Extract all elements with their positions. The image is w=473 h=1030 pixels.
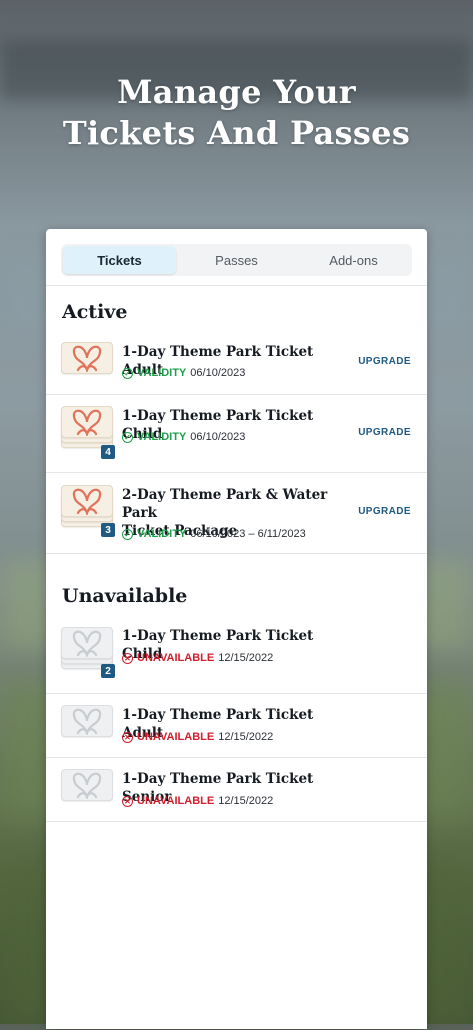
ticket-row[interactable]: 4 1-Day Theme Park Ticket Child ✓ VALIDI…	[46, 394, 427, 473]
ticket-status: ✕ UNAVAILABLE 12/15/2022	[122, 795, 273, 807]
upgrade-button[interactable]: UPGRADE	[358, 427, 411, 438]
tab-passes[interactable]: Passes	[180, 246, 293, 274]
status-date: 12/15/2022	[218, 795, 274, 807]
x-circle-icon: ✕	[122, 652, 133, 664]
ticket-title-line-1: 2-Day Theme Park & Water Park	[122, 487, 328, 521]
status-label: VALIDITY	[137, 367, 187, 379]
status-label: UNAVAILABLE	[137, 731, 215, 743]
status-date: 06/10/2023	[190, 431, 246, 443]
ticket-status: ✓ VALIDITY 06/10/2023	[122, 367, 245, 379]
check-circle-icon: ✓	[122, 367, 133, 379]
status-date: 12/15/2022	[218, 652, 274, 664]
butterfly-icon	[72, 345, 102, 372]
ticket-thumbnail	[61, 342, 113, 374]
app-screen: Tickets Passes Add-ons Active 1-Day Them…	[46, 229, 427, 1029]
ticket-status: ✓ VALIDITY 06/10/2023	[122, 431, 245, 443]
ticket-status: ✕ UNAVAILABLE 12/15/2022	[122, 731, 273, 743]
ticket-status: ✕ UNAVAILABLE 12/15/2022	[122, 652, 273, 664]
ticket-thumbnail	[61, 406, 113, 438]
status-label: UNAVAILABLE	[137, 652, 215, 664]
ticket-row[interactable]: 2 1-Day Theme Park Ticket Child ✕ UNAVAI…	[46, 614, 427, 694]
ticket-status: ✓ VALIDITY 06/10/2023 – 6/11/2023	[122, 528, 306, 540]
check-circle-icon: ✓	[122, 431, 133, 443]
segmented-tabs: Tickets Passes Add-ons	[61, 244, 412, 276]
ticket-thumbnail	[61, 627, 113, 659]
headline-line-1: Manage Your	[117, 73, 356, 111]
x-circle-icon: ✕	[122, 731, 133, 743]
status-label: VALIDITY	[137, 528, 187, 540]
quantity-badge: 4	[101, 445, 115, 459]
ticket-thumbnail	[61, 485, 113, 517]
tab-tickets[interactable]: Tickets	[63, 246, 176, 274]
section-title-unavailable: Unavailable	[62, 585, 188, 607]
status-label: UNAVAILABLE	[137, 795, 215, 807]
butterfly-icon	[72, 772, 102, 799]
upgrade-button[interactable]: UPGRADE	[358, 506, 411, 517]
status-label: VALIDITY	[137, 431, 187, 443]
status-date: 12/15/2022	[218, 731, 274, 743]
ticket-thumbnail	[61, 705, 113, 737]
upgrade-button[interactable]: UPGRADE	[358, 356, 411, 367]
ticket-row[interactable]: 1-Day Theme Park Ticket Adult ✕ UNAVAILA…	[46, 693, 427, 758]
quantity-badge: 2	[101, 664, 115, 678]
ticket-row[interactable]: 1-Day Theme Park Ticket Senior ✕ UNAVAIL…	[46, 757, 427, 822]
ticket-thumbnail	[61, 769, 113, 801]
status-date: 06/10/2023 – 6/11/2023	[190, 528, 306, 540]
check-circle-icon: ✓	[122, 528, 133, 540]
butterfly-icon	[72, 630, 102, 657]
ticket-row[interactable]: 3 2-Day Theme Park & Water Park Ticket P…	[46, 472, 427, 554]
tab-add-ons[interactable]: Add-ons	[297, 246, 410, 274]
quantity-badge: 3	[101, 523, 115, 537]
section-title-active: Active	[62, 301, 128, 323]
status-date: 06/10/2023	[190, 367, 246, 379]
x-circle-icon: ✕	[122, 795, 133, 807]
butterfly-icon	[72, 409, 102, 436]
butterfly-icon	[72, 488, 102, 515]
headline-line-2: Tickets And Passes	[62, 114, 411, 152]
butterfly-icon	[72, 708, 102, 735]
ticket-row[interactable]: 1-Day Theme Park Ticket Adult ✓ VALIDITY…	[46, 331, 427, 395]
divider	[46, 285, 427, 286]
promo-headline: Manage Your Tickets And Passes	[0, 72, 473, 154]
